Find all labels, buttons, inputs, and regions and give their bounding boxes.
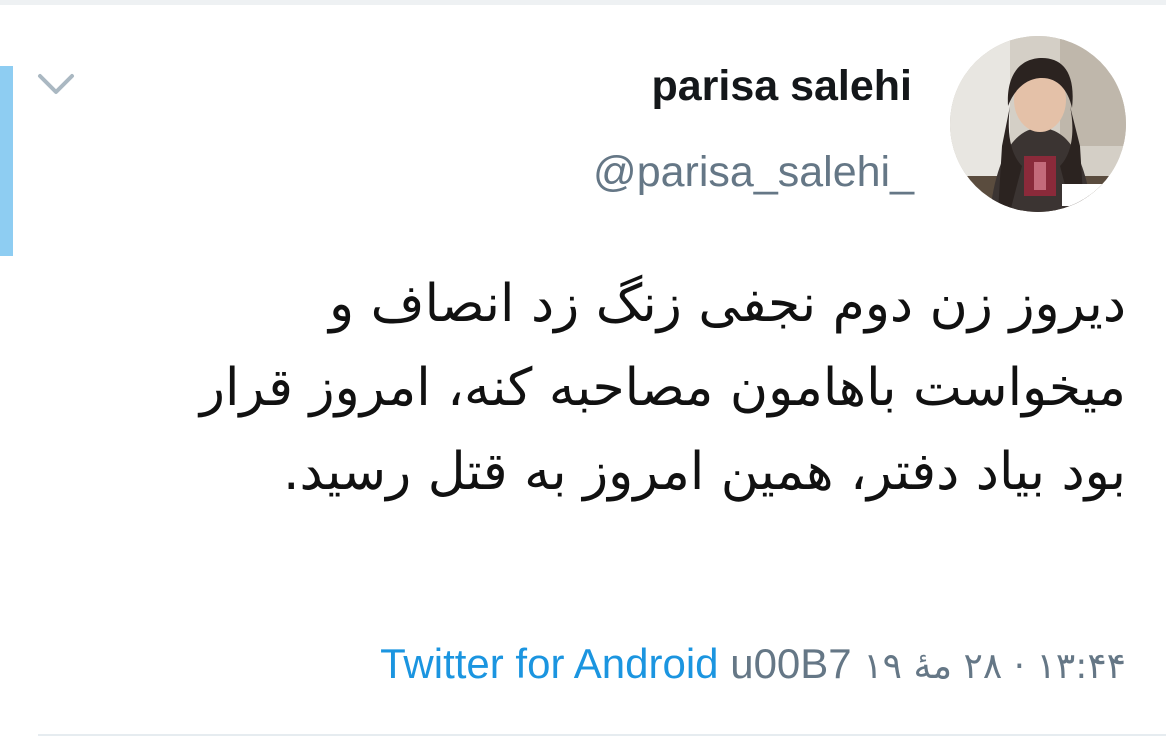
avatar[interactable] (950, 36, 1126, 212)
focus-indicator-bar (0, 66, 13, 256)
user-handle[interactable]: @parisa_salehi_ (593, 148, 914, 197)
tweet-meta: Twitter for Android u00B7 ۱۳:۴۴ · ۲۸ مهٔ… (380, 640, 1126, 688)
client-link[interactable]: Twitter for Android (380, 640, 718, 687)
display-name[interactable]: parisa salehi (651, 62, 912, 111)
tweet-card: parisa salehi @parisa_salehi_ دیروز زن د… (0, 0, 1166, 750)
top-divider (0, 0, 1166, 5)
separator: u00B7 (730, 640, 852, 687)
timestamp[interactable]: ۱۳:۴۴ · ۲۸ مهٔ ۱۹ (863, 646, 1126, 687)
tweet-text: دیروز زن دوم نجفی زنگ زد انصاف و میخواست… (199, 274, 1126, 502)
bottom-divider (38, 734, 1166, 736)
chevron-down-icon[interactable] (34, 68, 78, 102)
